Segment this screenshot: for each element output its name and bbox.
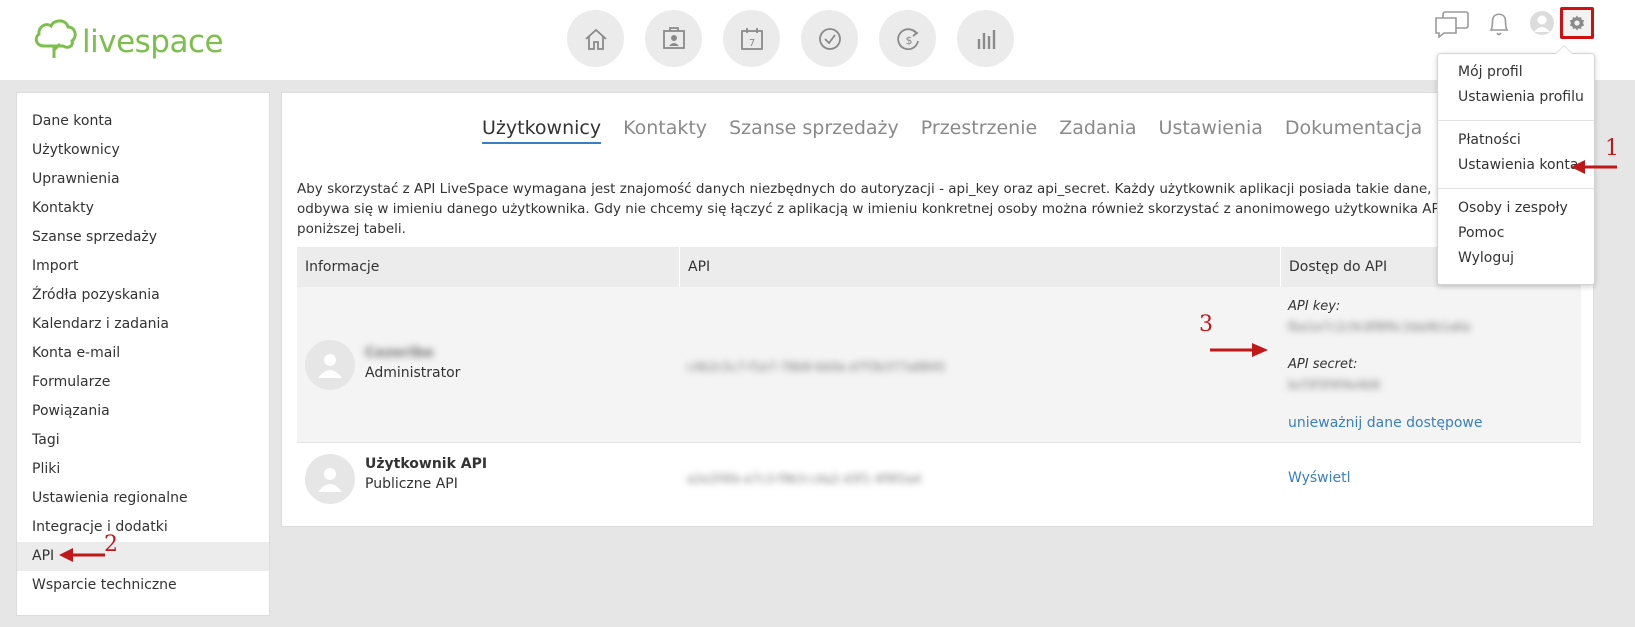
- sidebar-item-zrodla[interactable]: Źródła pozyskania: [17, 281, 269, 310]
- user-role: Administrator: [365, 365, 461, 381]
- avatar: [305, 454, 355, 504]
- api-panel: Użytkownicy Kontakty Szanse sprzedaży Pr…: [281, 92, 1594, 527]
- avatar: [305, 340, 355, 390]
- menu-item-ustawienia-profilu[interactable]: Ustawienia profilu: [1458, 89, 1584, 105]
- contacts-icon: [662, 26, 685, 49]
- menu-item-osoby-zespoly[interactable]: Osoby i zespoły: [1458, 200, 1568, 216]
- menu-item-platnosci[interactable]: Płatności: [1458, 132, 1521, 148]
- user-name: Cezeribe: [365, 345, 434, 361]
- sidebar-item-import[interactable]: Import: [17, 252, 269, 281]
- annotation-arrow-3: [1210, 343, 1268, 357]
- reports-icon: [977, 29, 995, 49]
- api-id: a2e2f4fe-e7c3-f9b3-c4a2-d3f1-4f9f2a4: [687, 472, 922, 486]
- intro-line-1: Aby skorzystać z API LiveSpace wymagana …: [297, 181, 1442, 197]
- reports-button[interactable]: [957, 10, 1014, 67]
- table-row: Cezeribe Administrator c4b2c5c7-f1e7-78b…: [297, 287, 1581, 443]
- cloud-tree-icon: [34, 19, 77, 58]
- tab-szanse[interactable]: Szanse sprzedaży: [729, 117, 899, 144]
- annotation-arrow-1: [1571, 160, 1617, 174]
- show-credentials-link[interactable]: Wyświetl: [1288, 470, 1351, 486]
- annotation-number-3: 3: [1199, 312, 1213, 337]
- user-icon: [318, 468, 342, 492]
- settings-button[interactable]: [1560, 7, 1594, 39]
- deals-button[interactable]: $: [879, 10, 936, 67]
- home-icon: [584, 28, 607, 50]
- sidebar-item-dane-konta[interactable]: Dane konta: [17, 107, 269, 136]
- user-name: Użytkownik API: [365, 456, 488, 472]
- user-avatar-icon[interactable]: [1529, 10, 1555, 36]
- menu-item-pomoc[interactable]: Pomoc: [1458, 225, 1504, 241]
- api-secret-label: API secret:: [1288, 357, 1358, 372]
- tab-przestrzenie[interactable]: Przestrzenie: [921, 117, 1037, 144]
- menu-item-wyloguj[interactable]: Wyloguj: [1458, 250, 1514, 266]
- menu-divider: [1438, 188, 1594, 189]
- tab-dokumentacja[interactable]: Dokumentacja: [1285, 117, 1422, 144]
- gear-icon: [1569, 15, 1585, 31]
- sidebar-item-konta-email[interactable]: Konta e-mail: [17, 339, 269, 368]
- api-key-label: API key:: [1288, 299, 1341, 314]
- tab-kontakty[interactable]: Kontakty: [623, 117, 707, 144]
- settings-sidebar: Dane konta Użytkownicy Uprawnienia Konta…: [16, 92, 270, 616]
- column-header-informacje: Informacje: [305, 259, 380, 275]
- main-nav: 7 $: [567, 10, 1014, 67]
- tab-zadania[interactable]: Zadania: [1059, 117, 1136, 144]
- annotation-arrow-2: [59, 548, 105, 562]
- chat-icon[interactable]: [1434, 10, 1470, 38]
- intro-line-2: odbywa się w imieniu danego użytkownika.…: [297, 201, 1442, 217]
- sidebar-item-uzytkownicy[interactable]: Użytkownicy: [17, 136, 269, 165]
- user-icon: [318, 354, 342, 378]
- revoke-credentials-link[interactable]: unieważnij dane dostępowe: [1288, 415, 1483, 431]
- menu-item-moj-profil[interactable]: Mój profil: [1458, 64, 1523, 80]
- brand-name: livespace: [82, 24, 224, 60]
- sidebar-item-uprawnienia[interactable]: Uprawnienia: [17, 165, 269, 194]
- sidebar-item-tagi[interactable]: Tagi: [17, 426, 269, 455]
- sidebar-item-wsparcie[interactable]: Wsparcie techniczne: [17, 571, 269, 600]
- table-header: Informacje API Dostęp do API: [297, 247, 1581, 287]
- tab-uzytkownicy[interactable]: Użytkownicy: [482, 117, 602, 144]
- intro-line-3: poniższej tabeli.: [297, 221, 406, 237]
- api-key-value: fbe1e7c2c9c8f8f6c3da9b1a6e: [1288, 320, 1471, 334]
- tasks-button[interactable]: [801, 10, 858, 67]
- bell-icon[interactable]: [1487, 9, 1511, 37]
- sidebar-item-kontakty[interactable]: Kontakty: [17, 194, 269, 223]
- logo[interactable]: livespace: [30, 16, 224, 60]
- tasks-icon: [818, 27, 841, 50]
- sidebar-item-regionalne[interactable]: Ustawienia regionalne: [17, 484, 269, 513]
- api-secret-value: bcf3f3f4f4e4b8: [1288, 378, 1380, 392]
- sidebar-item-pliki[interactable]: Pliki: [17, 455, 269, 484]
- sidebar-item-powiazania[interactable]: Powiązania: [17, 397, 269, 426]
- menu-divider: [1438, 120, 1594, 121]
- deals-icon: $: [896, 27, 919, 50]
- menu-item-ustawienia-konta[interactable]: Ustawienia konta: [1458, 157, 1578, 173]
- table-row: Użytkownik API Publiczne API a2e2f4fe-e7…: [297, 444, 1581, 514]
- top-bar: livespace 7 $: [0, 0, 1635, 80]
- intro-text: Aby skorzystać z API LiveSpace wymagana …: [297, 179, 1587, 239]
- api-tabs: Użytkownicy Kontakty Szanse sprzedaży Pr…: [482, 117, 1422, 144]
- svg-text:$: $: [905, 34, 912, 47]
- column-header-api: API: [679, 247, 1280, 287]
- sidebar-item-api[interactable]: API: [17, 542, 269, 571]
- sidebar-item-kalendarz[interactable]: Kalendarz i zadania: [17, 310, 269, 339]
- calendar-button[interactable]: 7: [723, 10, 780, 67]
- tab-ustawienia[interactable]: Ustawienia: [1159, 117, 1263, 144]
- user-role: Publiczne API: [365, 476, 458, 492]
- calendar-icon: 7: [740, 27, 763, 50]
- api-id: c4b2c5c7-f1e7-78b8-bb0e-d7f3b377a8845: [687, 360, 946, 374]
- home-button[interactable]: [567, 10, 624, 67]
- sidebar-item-integracje[interactable]: Integracje i dodatki: [17, 513, 269, 542]
- sidebar-item-formularze[interactable]: Formularze: [17, 368, 269, 397]
- sidebar-item-szanse[interactable]: Szanse sprzedaży: [17, 223, 269, 252]
- calendar-day: 7: [748, 38, 754, 49]
- contacts-button[interactable]: [645, 10, 702, 67]
